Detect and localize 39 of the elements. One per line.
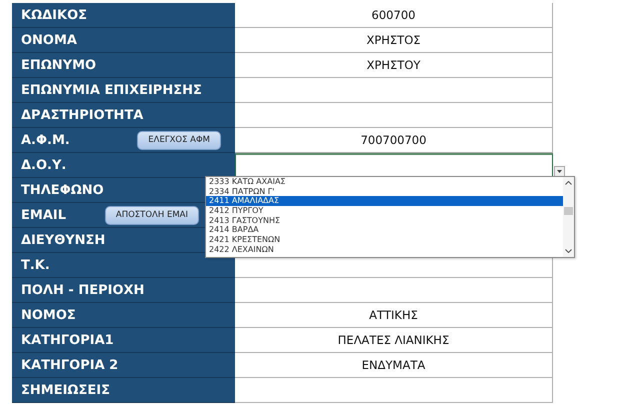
field-label: ΚΑΤΗΓΟΡΙΑ 2 bbox=[21, 358, 118, 372]
field-label: EMAIL bbox=[21, 208, 66, 222]
field-label: ΕΠΩΝΥΜΙΑ ΕΠΙΧΕΙΡΗΣΗΣ bbox=[21, 82, 202, 98]
field-label: ΣΗΜΕΙΩΣΕΙΣ bbox=[21, 382, 110, 398]
scroll-thumb[interactable] bbox=[564, 207, 573, 215]
list-item[interactable]: 2413 ΓΑΣΤΟΥΝΗΣ bbox=[206, 216, 563, 226]
up-chevron-icon bbox=[565, 181, 572, 185]
field-label: ΤΗΛΕΦΩΝΟ bbox=[21, 182, 104, 198]
down-chevron-icon bbox=[565, 249, 572, 253]
scrollbar[interactable] bbox=[563, 177, 574, 257]
field-label: ΕΠΩΝΥΜΟ bbox=[21, 58, 96, 72]
dropdown-arrow-button[interactable] bbox=[554, 166, 565, 177]
action-button[interactable]: ΑΠΟΣΤΟΛΗ EMAI bbox=[104, 206, 199, 224]
list-item[interactable]: 2411 ΑΜΑΛΙΑΔΑΣ bbox=[206, 196, 563, 206]
list-item[interactable]: 2422 ΛΕΧΑΙΝΩΝ bbox=[206, 244, 563, 254]
field-label: Δ.Ο.Υ. bbox=[21, 158, 66, 172]
field-label: Τ.Κ. bbox=[21, 258, 50, 272]
caret-icon bbox=[557, 170, 562, 173]
field-label: ΟΝΟΜΑ bbox=[21, 32, 77, 48]
value-cell[interactable]: 700700700 bbox=[235, 128, 553, 153]
value-cell[interactable]: ΧΡΗΣΤΟΥ bbox=[235, 53, 553, 78]
field-label: ΚΑΤΗΓΟΡΙΑ1 bbox=[21, 332, 114, 348]
list-item[interactable]: 2414 ΒΑΡΔΑ bbox=[206, 225, 563, 236]
value-cell[interactable]: ΕΝΔΥΜΑΤΑ bbox=[235, 353, 553, 378]
field-label: Α.Φ.Μ. bbox=[21, 132, 70, 148]
list-item[interactable]: 2412 ΠΥΡΓΟΥ bbox=[206, 206, 563, 216]
field-label: ΝΟΜΟΣ bbox=[21, 308, 76, 322]
field-label: ΔΡΑΣΤΗΡΙΟΤΗΤΑ bbox=[21, 108, 144, 122]
list-item[interactable]: 2334 ΠΑΤΡΩΝ Γ' bbox=[206, 186, 563, 196]
action-button[interactable]: ΕΛΕΓΧΟΣ ΑΦΜ bbox=[137, 130, 221, 150]
field-label: ΚΩΔΙΚΟΣ bbox=[21, 8, 88, 22]
list-item[interactable]: 2333 ΚΑΤΩ ΑΧΑΙΑΣ bbox=[206, 177, 563, 187]
field-label: ΔΙΕΥΘΥΝΣΗ bbox=[21, 232, 106, 248]
list-item[interactable]: 2421 ΚΡΕΣΤΕΝΩΝ bbox=[206, 235, 563, 245]
value-cell[interactable]: ΑΤΤΙΚΗΣ bbox=[235, 303, 553, 328]
value-cell[interactable]: ΠΕΛΑΤΕΣ ΛΙΑΝΙΚΗΣ bbox=[235, 328, 553, 353]
value-cell[interactable]: ΧΡΗΣΤΟΣ bbox=[235, 28, 553, 53]
field-label: ΠΟΛΗ - ΠΕΡΙΟΧΗ bbox=[21, 282, 144, 298]
value-cell[interactable]: 600700 bbox=[235, 3, 553, 28]
